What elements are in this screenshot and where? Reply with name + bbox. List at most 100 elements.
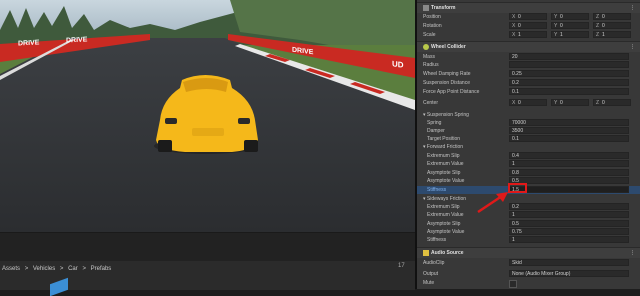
rotation-x[interactable]: X0 [509, 22, 547, 29]
center-row: Center X0 Y0 Z0 [417, 99, 640, 107]
speaker-icon [423, 250, 429, 256]
sf-extremum-slip-field[interactable]: 0.2 [509, 203, 629, 210]
damper-field[interactable]: 3500 [509, 127, 629, 134]
sf-extremum-slip-label: Extremum Slip [427, 204, 460, 210]
suspension-spring-label: ▾ Suspension Spring [423, 112, 469, 118]
scene-render [0, 0, 415, 232]
mass-field[interactable]: 20 [509, 53, 629, 60]
breadcrumb-assets[interactable]: Assets [2, 266, 20, 272]
scale-y[interactable]: Y1 [551, 31, 589, 38]
ff-asymptote-slip-label: Asymptote Slip [427, 170, 461, 176]
target-position-label: Target Position [427, 136, 461, 142]
radius-field[interactable] [509, 61, 629, 68]
sideways-friction-foldout[interactable]: ▾ Sideways Friction [417, 195, 640, 203]
sf-extremum-value-field[interactable]: 1 [509, 211, 629, 218]
spring-field[interactable]: 70000 [509, 119, 629, 126]
suspension-distance-field[interactable]: 0.2 [509, 79, 629, 86]
output-row: Output None (Audio Mixer Group) [417, 270, 640, 278]
ff-extremum-slip-row: Extremum Slip 0.4 [417, 152, 640, 160]
breadcrumb-sep: > [24, 266, 29, 272]
mute-row: Mute [417, 279, 640, 288]
transform-icon [423, 5, 429, 11]
sf-asymptote-value-label: Asymptote Value [427, 229, 465, 235]
ff-stiffness-field[interactable]: 1.5 [509, 186, 629, 193]
sf-extremum-value-row: Extremum Value 1 [417, 211, 640, 219]
breadcrumb-sep: > [59, 266, 64, 272]
audio-source-header[interactable]: Audio Source ⋮ [417, 247, 640, 258]
suspension-spring-foldout[interactable]: ▾ Suspension Spring [417, 111, 640, 119]
scale-z[interactable]: Z1 [593, 31, 631, 38]
forward-friction-foldout[interactable]: ▾ Forward Friction [417, 143, 640, 151]
sf-asymptote-slip-field[interactable]: 0.5 [509, 220, 629, 227]
ff-extremum-value-field[interactable]: 1 [509, 160, 629, 167]
inspector-panel: Transform ⋮ Position X0 Y0 Z0 Rotation X… [417, 0, 640, 289]
position-row: Position X0 Y0 Z0 [417, 13, 640, 21]
ff-asymptote-slip-row: Asymptote Slip 0.8 [417, 169, 640, 177]
sf-stiffness-label: Stiffness [427, 237, 447, 243]
component-menu-icon[interactable]: ⋮ [630, 248, 635, 258]
rotation-y[interactable]: Y0 [551, 22, 589, 29]
annotation-arrow-icon [477, 192, 508, 214]
force-app-field[interactable]: 0.1 [509, 88, 629, 95]
transform-header[interactable]: Transform ⋮ [417, 2, 640, 13]
component-menu-icon[interactable]: ⋮ [630, 42, 635, 52]
suspension-distance-row: Suspension Distance 0.2 [417, 79, 640, 87]
damping-row: Wheel Damping Rate 0.25 [417, 70, 640, 78]
scene-view[interactable]: DRIVE DRIVE DRIVE UD [0, 0, 415, 232]
position-z[interactable]: Z0 [593, 13, 631, 20]
position-y[interactable]: Y0 [551, 13, 589, 20]
barrier-text-left-2: DRIVE [66, 36, 88, 45]
scale-x[interactable]: X1 [509, 31, 547, 38]
suspension-distance-label: Suspension Distance [423, 80, 470, 86]
sf-asymptote-value-row: Asymptote Value 0.75 [417, 228, 640, 236]
breadcrumb-car[interactable]: Car [68, 266, 78, 272]
damping-label: Wheel Damping Rate [423, 71, 471, 77]
ff-extremum-value-label: Extremum Value [427, 161, 464, 167]
ff-asymptote-slip-field[interactable]: 0.8 [509, 169, 629, 176]
breadcrumb-vehicles[interactable]: Vehicles [33, 266, 55, 272]
barrier-text-right-2: UD [392, 59, 404, 70]
output-field[interactable]: None (Audio Mixer Group) [509, 270, 629, 277]
center-z[interactable]: Z0 [593, 99, 631, 106]
wheel-collider-title: Wheel Collider [431, 44, 466, 50]
rotation-row: Rotation X0 Y0 Z0 [417, 22, 640, 30]
ff-asymptote-value-field[interactable]: 0.5 [509, 177, 629, 184]
target-position-field[interactable]: 0.1 [509, 135, 629, 142]
breadcrumb-prefabs[interactable]: Prefabs [91, 266, 112, 272]
sf-extremum-slip-row: Extremum Slip 0.2 [417, 203, 640, 211]
audio-clip-field[interactable]: Skid [509, 259, 629, 266]
sf-asymptote-value-field[interactable]: 0.75 [509, 228, 629, 235]
radius-label: Radius [423, 62, 439, 68]
component-menu-icon[interactable]: ⋮ [630, 3, 635, 13]
scale-row: Scale X1 Y1 Z1 [417, 31, 640, 39]
radius-row: Radius [417, 61, 640, 69]
stiffness-highlight-box [508, 183, 527, 193]
sf-stiffness-field[interactable]: 1 [509, 236, 629, 243]
prefab-asset-icon[interactable] [50, 277, 68, 296]
damper-label: Damper [427, 128, 445, 134]
mute-checkbox[interactable] [509, 280, 517, 288]
damping-field[interactable]: 0.25 [509, 70, 629, 77]
item-count: 17 [398, 263, 405, 269]
ff-extremum-slip-field[interactable]: 0.4 [509, 152, 629, 159]
position-label: Position [423, 14, 441, 20]
sf-asymptote-slip-label: Asymptote Slip [427, 221, 461, 227]
sf-extremum-value-label: Extremum Value [427, 212, 464, 218]
ff-extremum-value-row: Extremum Value 1 [417, 160, 640, 168]
rotation-label: Rotation [423, 23, 442, 29]
position-x[interactable]: X0 [509, 13, 547, 20]
center-label: Center [423, 100, 439, 106]
wheel-collider-header[interactable]: Wheel Collider ⋮ [417, 41, 640, 52]
forward-friction-label: ▾ Forward Friction [423, 144, 464, 150]
project-panel: Assets > Vehicles > Car > Prefabs 17 [0, 232, 415, 296]
sideways-friction-label: ▾ Sideways Friction [423, 196, 467, 202]
center-x[interactable]: X0 [509, 99, 547, 106]
sf-asymptote-slip-row: Asymptote Slip 0.5 [417, 220, 640, 228]
mass-label: Mass [423, 54, 435, 60]
damper-row: Damper 3500 [417, 127, 640, 135]
project-toolbar [0, 233, 415, 261]
center-y[interactable]: Y0 [551, 99, 589, 106]
force-app-label: Force App Point Distance [423, 89, 480, 95]
audio-clip-label: AudioClip [423, 260, 445, 266]
rotation-z[interactable]: Z0 [593, 22, 631, 29]
